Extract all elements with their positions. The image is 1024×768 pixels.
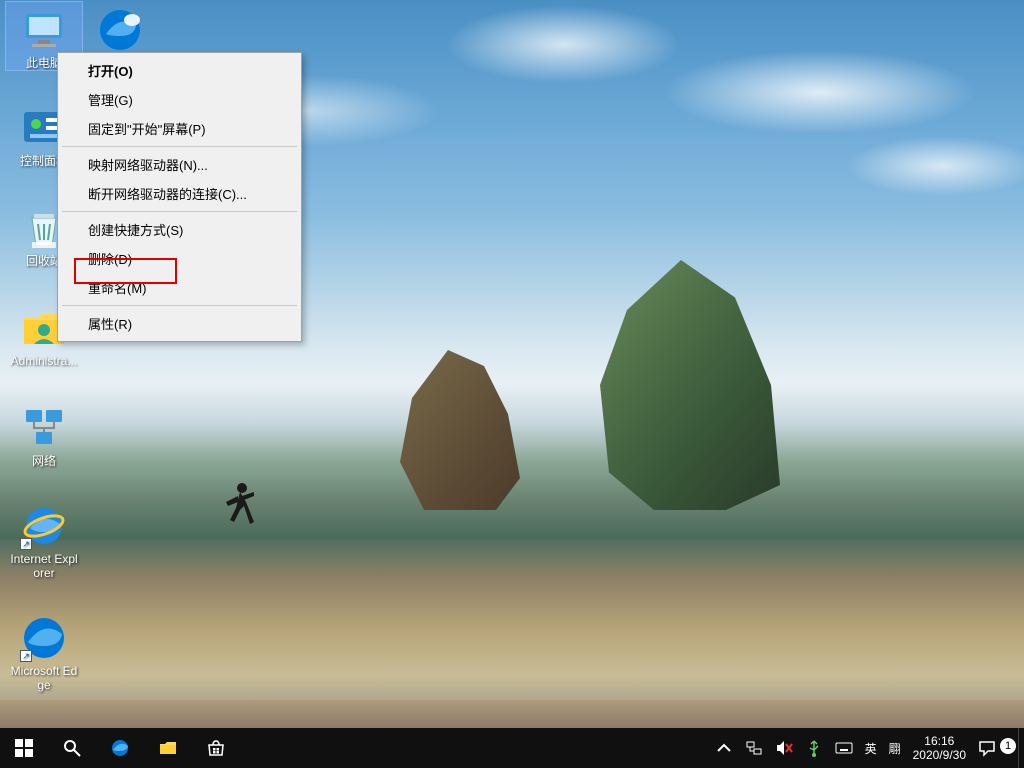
start-button[interactable] — [0, 728, 48, 768]
icon-label: Internet Explorer — [6, 552, 82, 580]
taskbar-edge[interactable] — [96, 728, 144, 768]
edge-icon — [96, 6, 144, 54]
computer-icon — [20, 6, 68, 54]
system-tray: 英 翢 16:16 2020/9/30 1 — [709, 728, 1024, 768]
tray-overflow[interactable] — [709, 728, 739, 768]
folder-icon — [159, 739, 177, 757]
clock-date: 2020/9/30 — [913, 748, 966, 762]
menu-item-rename[interactable]: 重命名(M) — [60, 273, 299, 302]
context-menu: 打开(O) 管理(G) 固定到"开始"屏幕(P) 映射网络驱动器(N)... 断… — [57, 52, 302, 342]
notification-badge: 1 — [1000, 738, 1016, 754]
internet-explorer-icon[interactable]: ↗ Internet Explorer — [6, 498, 82, 580]
notification-icon — [978, 739, 996, 757]
menu-item-open[interactable]: 打开(O) — [60, 56, 299, 85]
desktop[interactable]: 此电脑 控制面板 回收站 Administra... — [0, 0, 1024, 768]
menu-separator — [62, 146, 297, 147]
network-glyph — [20, 404, 68, 452]
tray-ime-lang[interactable]: 英 — [859, 728, 883, 768]
network-tray-icon — [745, 739, 763, 757]
tray-clock[interactable]: 16:16 2020/9/30 — [907, 728, 972, 768]
network-icon[interactable]: 网络 — [6, 400, 82, 468]
menu-item-pin-start[interactable]: 固定到"开始"屏幕(P) — [60, 114, 299, 143]
icon-label: 网络 — [6, 454, 82, 468]
menu-separator — [62, 305, 297, 306]
menu-item-delete[interactable]: 删除(D) — [60, 244, 299, 273]
tray-badge-area[interactable]: 1 — [1002, 728, 1018, 768]
chevron-up-icon — [715, 739, 733, 757]
tray-volume[interactable] — [769, 728, 799, 768]
menu-item-properties[interactable]: 属性(R) — [60, 309, 299, 338]
volume-muted-icon — [775, 739, 793, 757]
clock-time: 16:16 — [913, 734, 966, 748]
search-button[interactable] — [48, 728, 96, 768]
shortcut-overlay-icon: ↗ — [20, 650, 32, 662]
ime-lang-label: 英 — [865, 740, 877, 757]
windows-logo-icon — [15, 739, 33, 757]
menu-item-manage[interactable]: 管理(G) — [60, 85, 299, 114]
menu-item-map-drive[interactable]: 映射网络驱动器(N)... — [60, 150, 299, 179]
taskbar-store[interactable] — [192, 728, 240, 768]
search-icon — [63, 739, 81, 757]
shortcut-overlay-icon: ↗ — [20, 538, 32, 550]
ime-mode-label: 翢 — [889, 740, 901, 757]
usb-icon — [805, 739, 823, 757]
menu-item-create-shortcut[interactable]: 创建快捷方式(S) — [60, 215, 299, 244]
taskbar: 英 翢 16:16 2020/9/30 1 — [0, 728, 1024, 768]
taskbar-file-explorer[interactable] — [144, 728, 192, 768]
tray-ime-mode[interactable]: 翢 — [883, 728, 907, 768]
show-desktop-button[interactable] — [1018, 728, 1024, 768]
icon-label: Administra... — [6, 354, 82, 368]
store-icon — [207, 739, 225, 757]
microsoft-edge-icon[interactable]: ↗ Microsoft Edge — [6, 610, 82, 692]
tray-action-center[interactable] — [972, 728, 1002, 768]
tray-safely-remove[interactable] — [799, 728, 829, 768]
edge-shortcut-top[interactable] — [82, 2, 158, 56]
keyboard-icon — [835, 739, 853, 757]
tray-touch-keyboard[interactable] — [829, 728, 859, 768]
menu-separator — [62, 211, 297, 212]
icon-label: Microsoft Edge — [6, 664, 82, 692]
menu-item-disconnect-drive[interactable]: 断开网络驱动器的连接(C)... — [60, 179, 299, 208]
tray-network[interactable] — [739, 728, 769, 768]
edge-icon — [111, 739, 129, 757]
